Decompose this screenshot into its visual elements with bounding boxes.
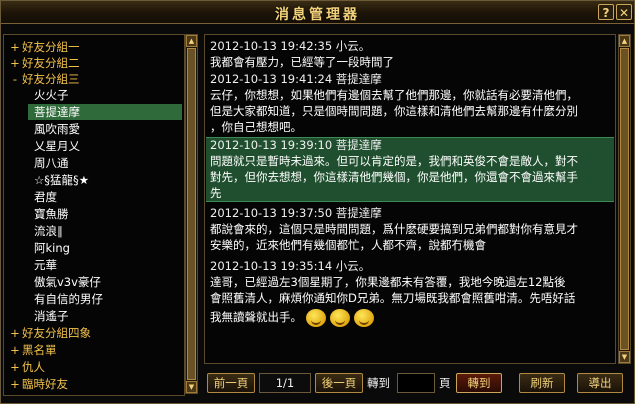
expand-icon[interactable]: + (8, 342, 22, 358)
message-history-panel: 2012-10-13 19:42:35 小云。 我都會有壓力，已經等了一段時間了… (204, 34, 616, 364)
message-item: 2012-10-13 19:35:14 小云。 達哥，已經過左3個星期了，你果邊… (206, 259, 614, 328)
group-item-1[interactable]: + 好友分組一 (8, 39, 80, 55)
expand-icon[interactable]: + (8, 325, 22, 341)
page-indicator: 1/1 (259, 373, 311, 393)
message-item: 2012-10-13 19:37:50 菩提達摩 都說會來的，這個只是時間問題，… (206, 206, 614, 253)
message-text: ，你自己想想吧。 (210, 120, 302, 134)
goto-label: 轉到 (367, 376, 390, 390)
message-text-row: 我無讀聲就出手。 (206, 306, 614, 328)
friend-item[interactable]: 寶魚勝 (34, 206, 69, 222)
goto-page-input[interactable] (397, 373, 435, 393)
expand-icon[interactable]: + (8, 376, 22, 392)
group-item-3[interactable]: - 好友分組三 (8, 71, 80, 87)
window-title: 消息管理器 (275, 7, 360, 23)
page-unit-label: 頁 (439, 376, 451, 390)
friend-item[interactable]: 傲氣v3v豪仔 (34, 274, 101, 290)
scroll-thumb[interactable] (187, 48, 196, 380)
friend-item[interactable]: 火火子 (34, 87, 69, 103)
group-label: 好友分組一 (22, 40, 80, 54)
message-text: 先 (210, 186, 222, 200)
friend-item-selected[interactable]: 菩提達摩 (28, 104, 182, 120)
friend-item[interactable]: 有自信的男仔 (34, 291, 103, 307)
refresh-button[interactable]: 刷新 (519, 373, 565, 393)
message-header: 2012-10-13 19:37:50 菩提達摩 (210, 206, 382, 220)
group-item-temporary[interactable]: + 臨時好友 (8, 376, 68, 392)
friend-item[interactable]: 元華 (34, 257, 57, 273)
message-scrollbar[interactable]: ▲ ▼ (618, 34, 631, 364)
group-label: 好友分組四象 (22, 326, 91, 340)
message-text: 我都會有壓力，已經等了一段時間了 (210, 55, 394, 69)
friend-item[interactable]: 阿king (34, 240, 70, 256)
friend-item[interactable]: 君度 (34, 189, 57, 205)
message-text: 我無讀聲就出手。 (210, 310, 302, 324)
title-bar[interactable]: 消息管理器 ? ✕ (1, 1, 634, 24)
collapse-icon[interactable]: - (8, 71, 22, 87)
expand-icon[interactable]: + (8, 359, 22, 375)
message-header: 2012-10-13 19:42:35 小云。 (210, 39, 371, 53)
smiley-emoticon-icon (306, 308, 326, 327)
friend-item[interactable]: 流浪∥ (34, 223, 63, 239)
message-item: 2012-10-13 19:41:24 菩提達摩 云仔，你想想，如果他們有邊個去… (206, 72, 614, 135)
friend-item[interactable]: 風吹雨愛 (34, 121, 80, 137)
friend-list-panel: + 好友分組一 + 好友分組二 - 好友分組三 火火子 菩提達摩 風吹雨愛 乂星月乂 … (3, 34, 185, 396)
scroll-down-icon[interactable]: ▼ (186, 381, 197, 393)
group-label: 仇人 (22, 360, 45, 374)
message-header: 2012-10-13 19:35:14 小云。 (210, 259, 371, 273)
prev-page-button[interactable]: 前一頁 (207, 373, 255, 393)
expand-icon[interactable]: + (8, 39, 22, 55)
message-text: 問題就只是暫時未過來。但可以肯定的是，我們和英俊不會是敵人，對不 (210, 154, 578, 168)
message-text: 安樂的，近來他們有幾個都忙，人都不齊，說都冇機會 (210, 238, 486, 252)
friend-item[interactable]: 消遙子 (34, 308, 69, 324)
scroll-up-icon[interactable]: ▲ (619, 35, 630, 47)
group-item-enemies[interactable]: + 仇人 (8, 359, 45, 375)
group-label: 好友分組三 (22, 72, 80, 86)
close-button[interactable]: ✕ (616, 4, 632, 20)
message-item-highlighted: 2012-10-13 19:39:10 菩提達摩 問題就只是暫時未過來。但可以肯… (206, 137, 614, 202)
message-text: 對先，但你去想想，你這樣清他們幾個，你是他們，你還會不會過來幫手 (210, 170, 578, 184)
smiley-emoticon-icon (354, 308, 374, 327)
scroll-thumb[interactable] (620, 48, 629, 350)
help-button[interactable]: ? (598, 4, 614, 20)
message-text: 會照舊清人，麻煩你通知你D兄弟。無刀場既我都會照舊咁清。先唔好話 (210, 291, 576, 305)
group-item-blacklist[interactable]: + 黑名單 (8, 342, 57, 358)
friend-item[interactable]: 乂星月乂 (34, 138, 80, 154)
group-label: 臨時好友 (22, 377, 68, 391)
message-header: 2012-10-13 19:39:10 菩提達摩 (210, 138, 382, 152)
smiley-emoticon-icon (330, 308, 350, 327)
message-header: 2012-10-13 19:41:24 菩提達摩 (210, 72, 382, 86)
scroll-down-icon[interactable]: ▼ (619, 351, 630, 363)
export-button[interactable]: 導出 (577, 373, 623, 393)
message-text: 但是大家都知道，只是個時間問題，你這樣和清他們去幫那邊有什麼分別 (210, 104, 578, 118)
message-text: 云仔，你想想，如果他們有邊個去幫了他們那邊，你就話有必要清他們， (210, 88, 578, 102)
group-label: 黑名單 (22, 343, 57, 357)
message-text: 都說會來的，這個只是時間問題，爲什麽硬要搞到兄弟們都對你有意見才 (210, 222, 578, 236)
friend-item[interactable]: 周八通 (34, 155, 69, 171)
message-manager-window: 消息管理器 ? ✕ + 好友分組一 + 好友分組二 - 好友分組三 火火子 菩提達摩 … (0, 0, 635, 404)
next-page-button[interactable]: 後一頁 (315, 373, 363, 393)
friend-item[interactable]: ☆§猛龍§★ (34, 172, 89, 188)
group-item-2[interactable]: + 好友分組二 (8, 55, 80, 71)
group-label: 好友分組二 (22, 56, 80, 70)
expand-icon[interactable]: + (8, 55, 22, 71)
goto-button[interactable]: 轉到 (456, 373, 502, 393)
friend-list-scrollbar[interactable]: ▲ ▼ (185, 34, 198, 394)
group-item-4[interactable]: + 好友分組四象 (8, 325, 91, 341)
scroll-up-icon[interactable]: ▲ (186, 35, 197, 47)
message-item: 2012-10-13 19:42:35 小云。 我都會有壓力，已經等了一段時間了 (206, 39, 614, 70)
message-text: 達哥，已經過左3個星期了，你果邊都未有答覆，我地今晚過左12點後 (210, 275, 566, 289)
